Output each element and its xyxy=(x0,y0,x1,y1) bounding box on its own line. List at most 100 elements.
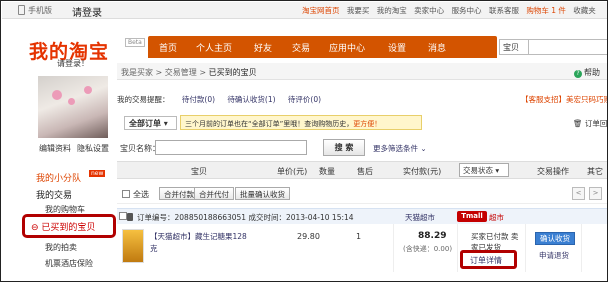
order-detail-label: 订单详情 xyxy=(470,256,502,265)
trade-reminder: 我的交易提醒： 待付款(0) 待确认收货(1) 待评价(0) xyxy=(117,94,321,105)
header-search-input[interactable] xyxy=(529,39,607,55)
col-unit-price: 单价(元) xyxy=(277,167,308,176)
merge-pay-button[interactable]: 合并付款 xyxy=(159,187,199,200)
item-name-input[interactable] xyxy=(155,140,307,155)
customer-support-tip[interactable]: 【客服支招】美宏只码巧购 xyxy=(521,94,607,105)
sidebar-item-travel[interactable]: 机票酒店保险 xyxy=(45,258,93,269)
sidebar-item-bought-highlight[interactable]: ⊖ 已买到的宝贝 xyxy=(22,214,116,238)
pending-review-link[interactable]: 待评价(0) xyxy=(288,95,321,104)
more-filters-link[interactable]: 更多筛选条件 ⌄ xyxy=(373,143,427,154)
col-quantity: 数量 xyxy=(319,167,335,176)
order-row: 【天猫超市】藏生记糖果128克 29.80 1 88.29 (含快递：0.00)… xyxy=(117,224,607,281)
nav-apps[interactable]: 应用中心 xyxy=(329,41,365,54)
select-all-label: 全选 xyxy=(133,190,149,199)
favorites-menu[interactable]: 收藏夹 xyxy=(573,6,596,15)
batch-confirm-button[interactable]: 批量确认收货 xyxy=(235,187,290,200)
reminder-label: 我的交易提醒： xyxy=(117,95,170,104)
order-checkbox[interactable] xyxy=(119,212,127,220)
col-item: 宝贝 xyxy=(191,167,207,176)
contact-service-link[interactable]: 联系客服 xyxy=(489,6,519,15)
help-icon: ? xyxy=(574,70,582,78)
privacy-settings-link[interactable]: 隐私设置 xyxy=(77,143,109,154)
nav-settings[interactable]: 设置 xyxy=(388,41,406,54)
order-detail-button[interactable]: 订单详情 xyxy=(460,250,517,269)
edit-profile-link[interactable]: 编辑资料 xyxy=(39,143,71,154)
sidebar-item-auction[interactable]: 我的拍卖 xyxy=(45,242,77,253)
quantity: 1 xyxy=(356,232,362,241)
site-topbar: 手机版 请登录 淘宝网首页 我要买 我的淘宝 卖家中心 服务中心 联系客服 购物… xyxy=(2,2,607,19)
order-recycle-link[interactable]: 🗑 订单回收站 xyxy=(573,118,607,129)
nav-messages[interactable]: 消息 xyxy=(428,41,446,54)
item-name-label: 宝贝名称： xyxy=(120,144,160,153)
item-search-row: 宝贝名称： 搜 索 更多筛选条件 ⌄ xyxy=(117,139,607,157)
product-thumbnail[interactable] xyxy=(122,229,144,263)
topbar-links: 淘宝网首页 我要买 我的淘宝 卖家中心 服务中心 联系客服 购物车 1 件 收藏… xyxy=(302,5,601,16)
taobao-home-link[interactable]: 淘宝网首页 xyxy=(302,6,340,15)
history-notice: 三个月前的订单也在“全部订单”里哦！查询购物历史，更方便！ xyxy=(180,115,422,130)
next-page-button[interactable]: > xyxy=(589,187,602,200)
confirm-receipt-button[interactable]: 确认收货 xyxy=(535,232,575,245)
supermarket-label: 超市 xyxy=(489,213,504,222)
buyer-menu[interactable]: 我要买 xyxy=(347,6,370,15)
trade-status-select[interactable]: 交易状态 ▾ xyxy=(459,163,509,177)
col-paid: 实付款(元) xyxy=(403,167,442,176)
all-orders-dropdown[interactable]: 全部订单 ▾ xyxy=(124,116,177,130)
my-trades-heading: 我的交易 xyxy=(36,191,73,201)
flower-decoration xyxy=(68,98,75,105)
merge-agent-pay-button[interactable]: 合并代付 xyxy=(194,187,234,200)
nav-profile[interactable]: 个人主页 xyxy=(196,41,232,54)
col-other: 其它 xyxy=(587,167,603,176)
notice-link[interactable]: 更方便！ xyxy=(353,120,381,128)
col-after-sales: 售后 xyxy=(357,167,373,176)
mobile-version-link[interactable]: 手机版 xyxy=(28,5,52,16)
service-center-menu[interactable]: 服务中心 xyxy=(452,6,482,15)
prev-page-button[interactable]: < xyxy=(572,187,585,200)
shop-link[interactable]: 天猫超市 xyxy=(405,212,435,223)
divider xyxy=(581,224,582,272)
help-link[interactable]: ? 帮助 xyxy=(574,67,600,78)
breadcrumb: 我是买家 > 交易管理 > 已买到的宝贝 ? 帮助 xyxy=(117,63,607,80)
shipping-fee: (含快递：0.00) xyxy=(403,245,453,253)
seller-center-menu[interactable]: 卖家中心 xyxy=(414,6,444,15)
unit-price: 29.80 xyxy=(297,232,320,241)
avatar[interactable] xyxy=(38,76,108,138)
sidebar-item-bought: ⊖ 已买到的宝贝 xyxy=(31,223,96,233)
main-nav: 首页 个人主页 好友 交易 应用中心 设置 消息 xyxy=(148,36,497,58)
breadcrumb-buyer[interactable]: 我是买家 xyxy=(121,68,153,77)
apply-return-link[interactable]: 申请退货 xyxy=(539,250,569,261)
login-link[interactable]: 请登录 xyxy=(72,4,102,19)
breadcrumb-trail: 我是买家 > 交易管理 > 已买到的宝贝 xyxy=(121,68,257,77)
order-filter-row: 全部订单 ▾ 三个月前的订单也在“全部订单”里哦！查询购物历史，更方便！ 🗑 订… xyxy=(117,114,607,132)
window-frame: 手机版 请登录 淘宝网首页 我要买 我的淘宝 卖家中心 服务中心 联系客服 购物… xyxy=(0,0,608,282)
select-all-checkbox[interactable] xyxy=(122,190,130,198)
divider xyxy=(525,224,526,272)
order-header: 订单编号：208850188663051 成交时间：2013-04-10 15:… xyxy=(117,208,607,224)
divider xyxy=(393,224,394,272)
breadcrumb-trade-mgmt[interactable]: 交易管理 xyxy=(165,68,197,77)
total-paid: 88.29 xyxy=(418,231,447,241)
notice-text: 三个月前的订单也在“全部订单”里哦！查询购物历史， xyxy=(185,120,354,128)
tmall-logo-icon: Tmall xyxy=(457,211,487,222)
product-name-link[interactable]: 【天猫超市】藏生记糖果128克 xyxy=(150,231,250,255)
batch-actions-row: 全选 合并付款 合并代付 批量确认收货 < > xyxy=(117,184,607,204)
pending-receipt-link[interactable]: 待确认收货(1) xyxy=(227,95,275,104)
my-team-link[interactable]: 我的小分队 xyxy=(36,171,81,184)
divider xyxy=(457,224,458,272)
nav-friends[interactable]: 好友 xyxy=(254,41,272,54)
flower-decoration xyxy=(52,90,62,100)
cart-link[interactable]: 购物车 1 件 xyxy=(526,6,566,15)
breadcrumb-current: 已买到的宝贝 xyxy=(208,68,257,77)
order-table-header: 宝贝 单价(元) 数量 售后 实付款(元) 交易状态 ▾ 交易操作 其它 xyxy=(117,161,607,179)
my-taobao-menu[interactable]: 我的淘宝 xyxy=(377,6,407,15)
flower-decoration xyxy=(84,86,92,94)
trash-icon[interactable] xyxy=(127,213,133,221)
search-button[interactable]: 搜 索 xyxy=(323,139,365,156)
mobile-phone-icon xyxy=(18,5,25,15)
nav-trades[interactable]: 交易 xyxy=(292,41,310,54)
nav-home[interactable]: 首页 xyxy=(159,41,177,54)
please-login-text[interactable]: 请登录！ xyxy=(57,58,89,69)
col-operation: 交易操作 xyxy=(537,167,569,176)
pending-payment-link[interactable]: 待付款(0) xyxy=(182,95,215,104)
search-type-select[interactable]: 宝贝 xyxy=(499,39,529,55)
new-badge: new xyxy=(89,170,106,177)
